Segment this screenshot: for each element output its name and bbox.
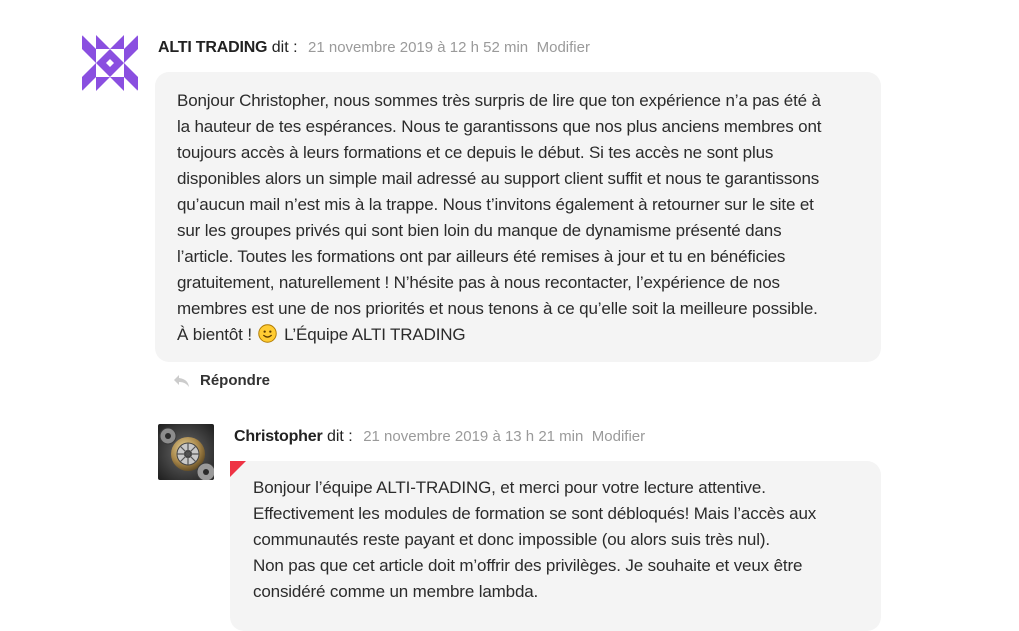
author-highlight-flag (230, 461, 246, 477)
says-label: dit : (326, 428, 353, 445)
body-line: la hauteur de tes espérances. Nous te ga… (177, 117, 822, 136)
signature-text: L’Équipe ALTI TRADING (284, 325, 466, 344)
comment-meta: ALTI TRADING dit : 21 novembre 2019 à 12… (158, 38, 590, 58)
smiley-icon (258, 324, 278, 343)
comment-date[interactable]: 21 novembre 2019 à 12 h 52 min (308, 39, 528, 56)
comment-date[interactable]: 21 novembre 2019 à 13 h 21 min (363, 428, 583, 445)
body-line: Effectivement les modules de formation s… (253, 504, 817, 523)
edit-link[interactable]: Modifier (537, 39, 590, 56)
comment-meta: Christopher dit : 21 novembre 2019 à 13 … (234, 427, 645, 447)
body-line: disponibles alors un simple mail adressé… (177, 169, 820, 188)
comment-body: Bonjour l’équipe ALTI-TRADING, et merci … (230, 461, 881, 631)
body-line: qu’aucun mail n’est mis à la trappe. Nou… (177, 195, 814, 214)
edit-link[interactable]: Modifier (592, 428, 645, 445)
body-line: Non pas que cet article doit m’offrir de… (253, 556, 803, 575)
reply-label: Répondre (200, 372, 271, 389)
reply-button[interactable]: Répondre (173, 372, 270, 389)
avatar-christopher[interactable] (158, 424, 214, 480)
body-line: gratuitement, naturellement ! N’hésite p… (177, 273, 780, 292)
comment-author[interactable]: ALTI TRADING (158, 39, 267, 56)
avatar-alti-trading[interactable] (82, 35, 138, 91)
identicon-icon (82, 35, 138, 91)
body-line: membres est une de nos priorités et nous… (177, 299, 818, 318)
reply-arrow-icon (174, 374, 189, 387)
body-line: sur les groupes privés qui sont bien loi… (177, 221, 782, 240)
body-line: Bonjour l’équipe ALTI-TRADING, et merci … (253, 478, 766, 497)
body-line-closing: À bientôt ! L’Équipe ALTI TRADING (177, 322, 861, 348)
gear-photo-icon (158, 424, 214, 480)
body-line: Bonjour Christopher, nous sommes très su… (177, 91, 821, 110)
body-line: communautés reste payant et donc impossi… (253, 530, 770, 549)
closing-text: À bientôt ! (177, 325, 252, 344)
body-line: l’article. Toutes les formations ont par… (177, 247, 786, 266)
body-line: considéré comme un membre lambda. (253, 582, 539, 601)
comment-author[interactable]: Christopher (234, 428, 323, 445)
says-label: dit : (271, 39, 298, 56)
body-line: toujours accès à leurs formations et ce … (177, 143, 774, 162)
comment-body: Bonjour Christopher, nous sommes très su… (155, 72, 881, 362)
